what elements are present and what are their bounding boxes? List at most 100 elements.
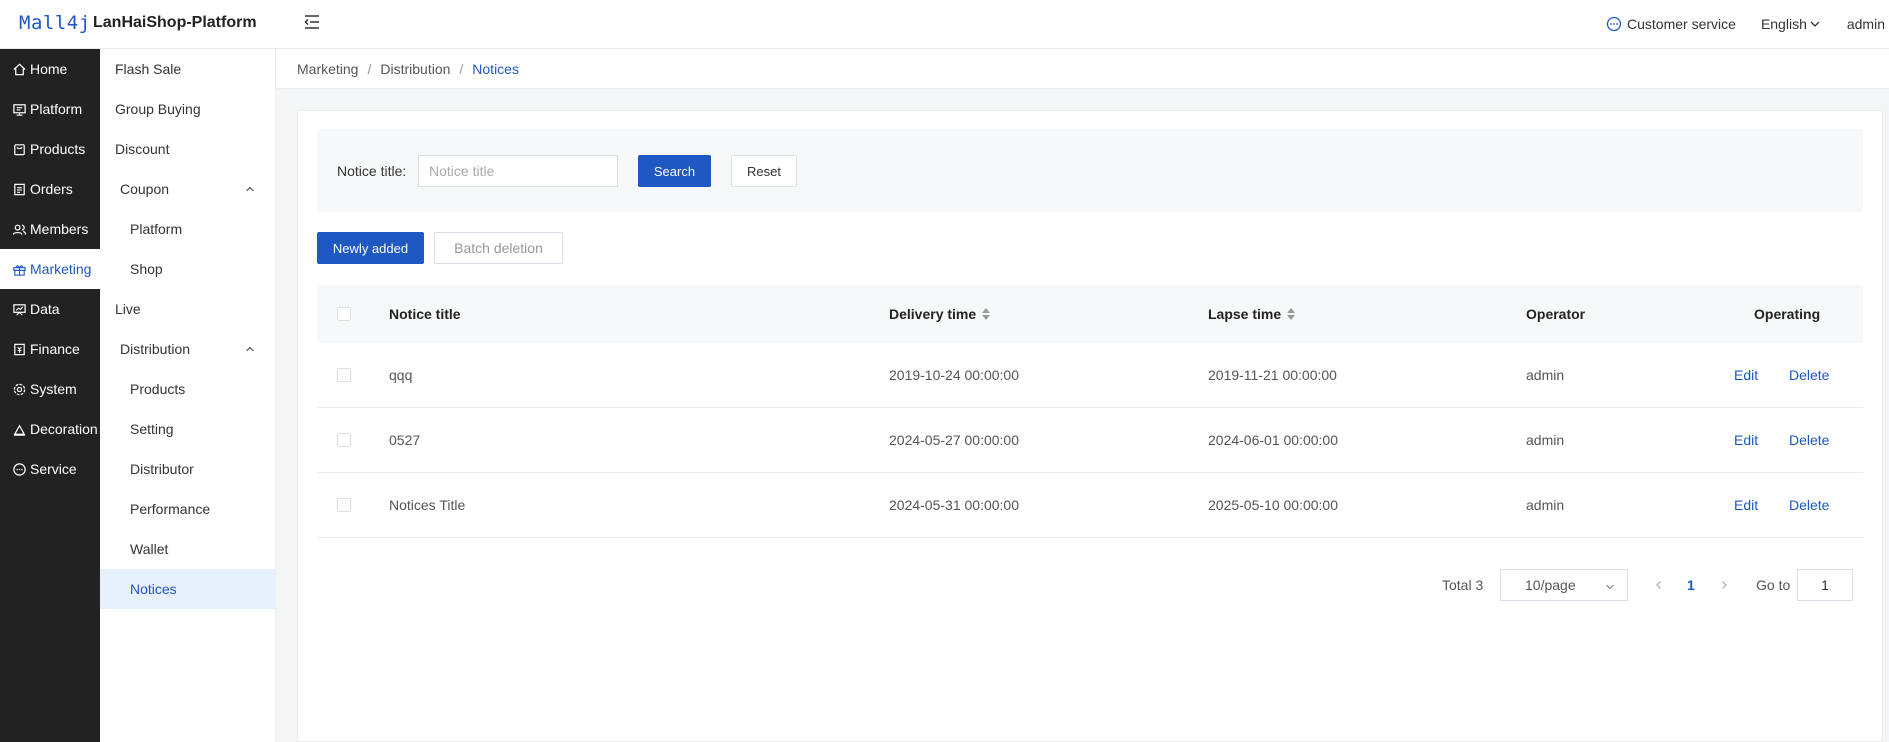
cell-delivery-time: 2024-05-27 00:00:00 [889, 432, 1019, 448]
submenu-item-distribution-products[interactable]: Products [100, 369, 275, 409]
customer-service-label: Customer service [1627, 16, 1736, 32]
monitor-icon [13, 103, 26, 116]
row-checkbox[interactable] [337, 433, 351, 447]
cell-title: 0527 [389, 432, 421, 448]
finance-icon [14, 343, 25, 355]
submenu-item-coupon-platform[interactable]: Platform [100, 209, 275, 249]
sidebar-item-label: Marketing [30, 261, 92, 277]
chevron-left-icon [1656, 581, 1661, 589]
breadcrumb: Marketing / Distribution / Notices [276, 49, 1889, 89]
sort-icon[interactable] [1287, 308, 1296, 320]
bag-icon [14, 143, 25, 155]
submenu-item-label: Flash Sale [115, 61, 182, 77]
cell-delivery-time: 2019-10-24 00:00:00 [889, 367, 1019, 383]
sidebar-item-finance[interactable]: Finance [0, 329, 100, 369]
row-checkbox[interactable] [337, 498, 351, 512]
chevron-right-icon [1722, 581, 1727, 589]
gift-icon [13, 264, 26, 276]
cell-title: Notices Title [389, 497, 466, 513]
submenu-item-label: Wallet [130, 541, 169, 557]
top-header: Mall4j LanHaiShop-Platform Customer serv… [0, 0, 1889, 49]
language-selector[interactable]: English [1761, 16, 1821, 32]
notice-title-label: Notice title: [337, 163, 407, 179]
sidebar-item-members[interactable]: Members [0, 209, 100, 249]
pagination-total: Total 3 [1442, 577, 1484, 593]
members-icon [12, 224, 27, 235]
add-notice-button[interactable]: Newly added [317, 232, 424, 264]
sidebar-item-service[interactable]: Service [0, 449, 100, 489]
notices-table: Notice title Delivery time Lapse time Op… [317, 285, 1863, 538]
page-number-current[interactable]: 1 [1687, 569, 1695, 601]
submenu-group-distribution[interactable]: Distribution [100, 329, 275, 369]
sidebar-item-label: Platform [30, 101, 83, 117]
goto-page-input[interactable] [1797, 569, 1853, 601]
breadcrumb-current: Notices [472, 60, 519, 77]
logo[interactable]: Mall4j [19, 12, 91, 34]
customer-service-button[interactable]: Customer service [1606, 16, 1736, 32]
column-header-label: Delivery time [889, 306, 977, 322]
submenu-item-group-buying[interactable]: Group Buying [100, 89, 275, 129]
delete-link[interactable]: Delete [1789, 408, 1829, 472]
submenu-item-label: Performance [130, 501, 211, 517]
cell-operator: admin [1526, 432, 1565, 448]
delete-link[interactable]: Delete [1789, 473, 1829, 537]
submenu-group-coupon[interactable]: Coupon [100, 169, 275, 209]
chevron-down-icon [1810, 21, 1820, 27]
submenu-item-distributor[interactable]: Distributor [100, 449, 275, 489]
sidebar-item-marketing[interactable]: Marketing [0, 249, 100, 289]
breadcrumb-item[interactable]: Marketing [297, 61, 358, 77]
page-size-value: 10/page [1525, 577, 1576, 593]
submenu-item-discount[interactable]: Discount [100, 129, 275, 169]
column-header-delivery[interactable]: Delivery time [889, 285, 991, 343]
column-header-lapse[interactable]: Lapse time [1208, 285, 1296, 343]
sidebar-item-decoration[interactable]: Decoration [0, 409, 100, 449]
batch-delete-button[interactable]: Batch deletion [434, 232, 563, 264]
row-checkbox[interactable] [337, 368, 351, 382]
table-row: Notices Title 2024-05-31 00:00:00 2025-0… [317, 473, 1863, 538]
edit-link[interactable]: Edit [1734, 343, 1758, 407]
sidebar-item-data[interactable]: Data [0, 289, 100, 329]
submenu-item-wallet[interactable]: Wallet [100, 529, 275, 569]
breadcrumb-item[interactable]: Distribution [380, 61, 450, 77]
goto-label: Go to [1756, 577, 1791, 593]
submenu-item-performance[interactable]: Performance [100, 489, 275, 529]
edit-link[interactable]: Edit [1734, 408, 1758, 472]
marketing-submenu: Flash Sale Group Buying Discount Coupon … [100, 49, 276, 742]
chart-icon [13, 303, 26, 316]
table-row: 0527 2024-05-27 00:00:00 2024-06-01 00:0… [317, 408, 1863, 473]
submenu-item-distribution-setting[interactable]: Setting [100, 409, 275, 449]
reset-button[interactable]: Reset [731, 155, 797, 187]
prev-page-button[interactable] [1654, 569, 1664, 601]
user-menu[interactable]: admin [1847, 16, 1885, 32]
submenu-item-flash-sale[interactable]: Flash Sale [100, 49, 275, 89]
delete-link[interactable]: Delete [1789, 343, 1829, 407]
sidebar-item-label: Decoration [30, 421, 98, 437]
page-size-select[interactable]: 10/page [1500, 569, 1628, 601]
submenu-item-label: Distributor [130, 461, 194, 477]
home-icon [13, 63, 26, 75]
submenu-item-coupon-shop[interactable]: Shop [100, 249, 275, 289]
sidebar-item-system[interactable]: System [0, 369, 100, 409]
sidebar-item-platform[interactable]: Platform [0, 89, 100, 129]
submenu-item-label: Shop [130, 261, 163, 277]
next-page-button[interactable] [1719, 569, 1729, 601]
menu-collapse-icon[interactable] [303, 13, 321, 31]
sidebar-item-products[interactable]: Products [0, 129, 100, 169]
sort-icon[interactable] [982, 308, 991, 320]
submenu-item-notices[interactable]: Notices [100, 569, 275, 609]
sidebar-item-label: Data [30, 301, 60, 317]
sidebar-item-orders[interactable]: Orders [0, 169, 100, 209]
submenu-item-live[interactable]: Live [100, 289, 275, 329]
sidebar-item-label: System [30, 381, 77, 397]
select-all-checkbox[interactable] [337, 307, 351, 321]
edit-link[interactable]: Edit [1734, 473, 1758, 537]
cell-delivery-time: 2024-05-31 00:00:00 [889, 497, 1019, 513]
submenu-item-label: Coupon [120, 181, 170, 197]
main-sidebar: Home Platform Products Orders Members Ma… [0, 49, 100, 742]
sidebar-item-home[interactable]: Home [0, 49, 100, 89]
notice-title-input[interactable] [418, 155, 618, 187]
decoration-icon [13, 423, 26, 436]
platform-name: LanHaiShop-Platform [93, 14, 257, 31]
search-button[interactable]: Search [638, 155, 711, 187]
submenu-item-label: Distribution [120, 341, 191, 357]
